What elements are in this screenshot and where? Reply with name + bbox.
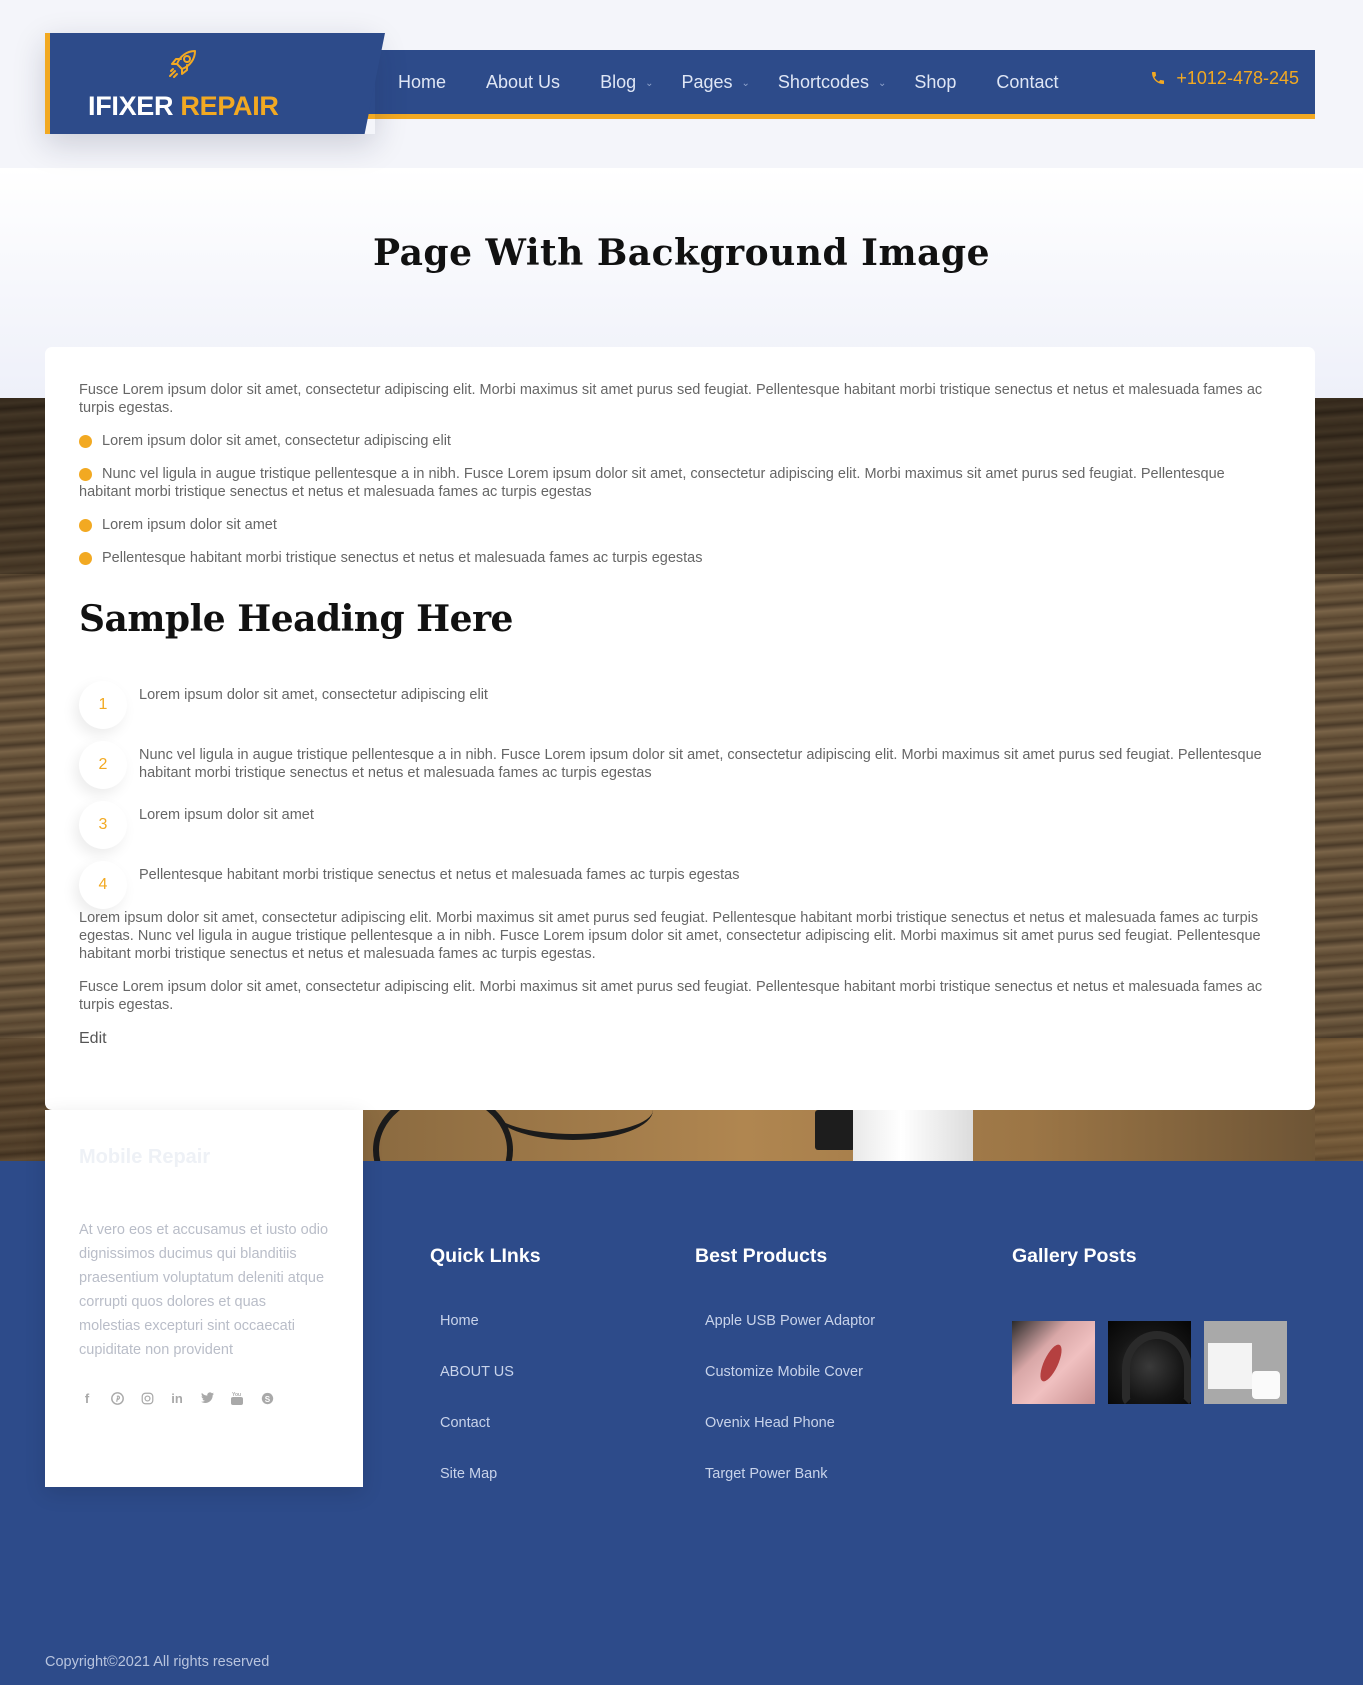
main-nav: Home About Us Blog ⌄ Pages ⌄ Shortcodes ⌄ S…	[398, 50, 1098, 114]
bullet-dot-icon	[79, 468, 92, 481]
product-link[interactable]: Apple USB Power Adaptor	[695, 1313, 875, 1364]
copyright-text: Copyright©2021 All rights reserved	[45, 1654, 270, 1670]
bullet-list: Lorem ipsum dolor sit amet, consectetur …	[79, 432, 1279, 567]
footer-link-site-map[interactable]: Site Map	[430, 1466, 541, 1517]
number-badge: 4	[79, 861, 127, 909]
nav-label: Home	[398, 71, 447, 92]
intro-paragraph: Fusce Lorem ipsum dolor sit amet, consec…	[79, 382, 1263, 416]
footer-link-about-us[interactable]: ABOUT US	[430, 1364, 541, 1415]
number-badge: 1	[79, 681, 127, 729]
quick-links-title: Quick LInks	[430, 1245, 541, 1267]
sample-heading: Sample Heading Here	[79, 598, 513, 640]
nav-about-us[interactable]: About Us	[486, 72, 560, 93]
pink-phone-case-thumbnail[interactable]	[1012, 1321, 1095, 1404]
nav-label: About Us	[486, 71, 561, 92]
power-bank	[853, 1110, 973, 1162]
nav-label: Pages	[681, 71, 733, 92]
chevron-down-icon: ⌄	[645, 77, 654, 89]
headphones-thumbnail[interactable]	[1108, 1321, 1191, 1404]
number-badge: 2	[79, 741, 127, 789]
bullet-item: Pellentesque habitant morbi tristique se…	[79, 549, 1279, 567]
bullet-item: Nunc vel ligula in augue tristique pelle…	[79, 465, 1279, 501]
about-title: Mobile Repair	[79, 1146, 211, 1168]
chevron-down-icon: ⌄	[741, 77, 750, 89]
page-content: Fusce Lorem ipsum dolor sit amet, consec…	[79, 381, 1279, 1048]
charger-cable-photo	[363, 1110, 1315, 1162]
numbered-text: Lorem ipsum dolor sit amet	[139, 807, 314, 823]
nav-label: Shortcodes	[777, 71, 869, 92]
gallery-title: Gallery Posts	[1012, 1245, 1137, 1267]
nav-label: Blog	[600, 71, 637, 92]
usb-power-adaptor-thumbnail[interactable]	[1204, 1321, 1287, 1404]
gallery-grid	[1012, 1321, 1287, 1404]
bullet-text: Pellentesque habitant morbi tristique se…	[102, 550, 703, 566]
edit-link[interactable]: Edit	[79, 1030, 107, 1048]
numbered-text: Lorem ipsum dolor sit amet, consectetur …	[139, 687, 488, 703]
best-products-title: Best Products	[695, 1245, 828, 1267]
phone-contact[interactable]: +1012-478-245	[1150, 50, 1299, 106]
numbered-item: 4 Pellentesque habitant morbi tristique s…	[79, 861, 1279, 909]
bullet-text: Lorem ipsum dolor sit amet	[102, 517, 277, 533]
numbered-item: 3 Lorem ipsum dolor sit amet	[79, 801, 1279, 861]
social-links: f in You S	[79, 1390, 275, 1406]
chevron-down-icon: ⌄	[877, 77, 887, 89]
numbered-list: 1 Lorem ipsum dolor sit amet, consectetur…	[79, 681, 1279, 909]
bullet-text: Nunc vel ligula in augue tristique pelle…	[79, 466, 1225, 500]
nav-home[interactable]: Home	[398, 72, 446, 93]
nav-pages[interactable]: Pages ⌄	[681, 71, 749, 93]
product-link[interactable]: Ovenix Head Phone	[695, 1415, 875, 1466]
content-card: Fusce Lorem ipsum dolor sit amet, consec…	[45, 347, 1315, 1110]
nav-label: Contact	[996, 71, 1059, 92]
numbered-text: Nunc vel ligula in augue tristique pelle…	[139, 747, 1262, 781]
numbered-item: 2 Nunc vel ligula in augue tristique pell…	[79, 741, 1279, 801]
footer-best-products: Best Products Apple USB Power Adaptor Cu…	[695, 1245, 875, 1517]
about-text: At vero eos et accusamus et iusto odio d…	[79, 1222, 329, 1358]
product-link[interactable]: Target Power Bank	[695, 1466, 875, 1517]
cable-loop	[373, 1110, 513, 1162]
numbered-text: Pellentesque habitant morbi tristique se…	[139, 867, 740, 883]
nav-shortcodes[interactable]: Shortcodes ⌄	[777, 71, 886, 93]
body-paragraph: Fusce Lorem ipsum dolor sit amet, consec…	[79, 979, 1263, 1013]
bullet-dot-icon	[79, 552, 92, 565]
bullet-dot-icon	[79, 519, 92, 532]
cable-plug	[815, 1110, 855, 1150]
bullet-dot-icon	[79, 435, 92, 448]
nav-blog[interactable]: Blog ⌄	[600, 71, 653, 93]
body-paragraph: Lorem ipsum dolor sit amet, consectetur …	[79, 910, 1261, 962]
skype-icon[interactable]: S	[259, 1390, 275, 1406]
logo-text-accent: REPAIR	[180, 91, 279, 121]
footer-link-contact[interactable]: Contact	[430, 1415, 541, 1466]
footer-quick-links: Quick LInks Home ABOUT US Contact Site M…	[430, 1245, 541, 1517]
bullet-item: Lorem ipsum dolor sit amet, consectetur …	[79, 432, 1279, 450]
nav-label: Shop	[914, 71, 957, 92]
bullet-text: Lorem ipsum dolor sit amet, consectetur …	[102, 433, 451, 449]
svg-text:S: S	[264, 1394, 270, 1403]
page-title: Page With Background Image	[372, 232, 990, 274]
site-logo[interactable]: IFIXER REPAIR	[45, 33, 385, 134]
nav-shop[interactable]: Shop	[914, 72, 956, 93]
footer-gallery: Gallery Posts	[1012, 1245, 1287, 1404]
bullet-item: Lorem ipsum dolor sit amet	[79, 516, 1279, 534]
logo-text-main: IFIXER	[88, 91, 174, 121]
phone-number: +1012-478-245	[1176, 67, 1299, 88]
rocket-icon	[165, 47, 201, 83]
logo-text: IFIXER REPAIR	[88, 91, 279, 122]
instagram-icon[interactable]	[139, 1390, 155, 1406]
linkedin-icon[interactable]: in	[169, 1390, 185, 1406]
nav-contact[interactable]: Contact	[996, 72, 1058, 93]
footer-link-home[interactable]: Home	[430, 1313, 541, 1364]
footer-about-widget: Mobile Repair At vero eos et accusamus e…	[45, 1110, 363, 1487]
youtube-icon[interactable]: You	[229, 1390, 245, 1406]
product-link[interactable]: Customize Mobile Cover	[695, 1364, 875, 1415]
phone-icon	[1152, 72, 1165, 84]
twitter-icon[interactable]	[199, 1390, 215, 1406]
number-badge: 3	[79, 801, 127, 849]
facebook-icon[interactable]: f	[79, 1390, 95, 1406]
pinterest-icon[interactable]	[109, 1390, 125, 1406]
numbered-item: 1 Lorem ipsum dolor sit amet, consectetur…	[79, 681, 1279, 741]
